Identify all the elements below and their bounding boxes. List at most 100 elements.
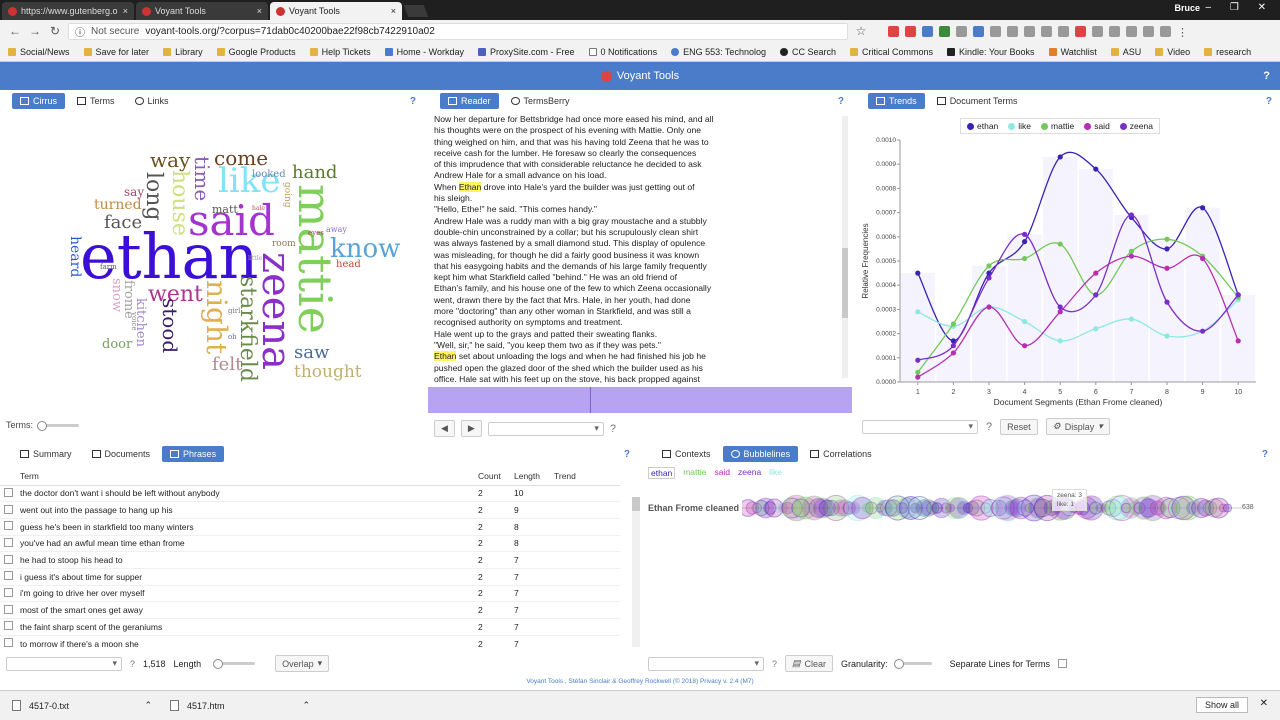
close-tab-icon[interactable]: × (257, 6, 262, 16)
clear-button[interactable]: ▤ Clear (785, 655, 834, 672)
column-header[interactable]: Trend (550, 467, 620, 486)
phrases-scrollbar[interactable] (632, 497, 640, 647)
prev-page-button[interactable]: ◀ (434, 420, 455, 437)
tab-reader[interactable]: Reader (440, 93, 499, 109)
info-icon[interactable]: ⓘ (75, 24, 85, 39)
extension-icon[interactable] (1160, 25, 1171, 37)
cloud-word[interactable]: farm (100, 264, 117, 271)
close-tab-icon[interactable]: × (391, 6, 396, 16)
cloud-word[interactable]: saw (294, 344, 329, 362)
cloud-word[interactable]: matt (212, 204, 238, 215)
extension-icon[interactable] (1092, 25, 1103, 37)
bookmark-item[interactable]: CC Search (779, 47, 836, 57)
bookmark-item[interactable]: Help Tickets (309, 47, 371, 57)
browser-tab-voyant-2[interactable]: Voyant Tools × (270, 2, 402, 20)
reader-document-bar[interactable] (428, 387, 852, 413)
help-icon[interactable]: ? (624, 449, 630, 460)
cloud-word[interactable]: hand (292, 164, 337, 182)
help-icon[interactable]: ? (1263, 70, 1270, 82)
extension-icon[interactable] (990, 25, 1001, 37)
new-tab-button[interactable] (403, 5, 429, 17)
bookmark-item[interactable]: Home - Workday (384, 47, 464, 57)
table-row[interactable]: most of the smart ones get away 2 7 (0, 601, 620, 619)
tab-contexts[interactable]: Contexts (654, 446, 719, 462)
bookmark-item[interactable]: ProxySite.com - Free (478, 47, 575, 57)
tab-summary[interactable]: Summary (12, 446, 80, 462)
extension-icon[interactable] (905, 25, 916, 37)
tab-termsberry[interactable]: TermsBerry (503, 93, 578, 109)
cloud-word[interactable]: stood (158, 298, 182, 353)
menu-dots-icon[interactable]: ⋮ (1177, 26, 1188, 39)
cloud-word[interactable]: come (214, 148, 268, 168)
extension-icon[interactable] (1109, 25, 1120, 37)
help-icon[interactable]: ? (772, 659, 777, 669)
table-row[interactable]: the faint sharp scent of the geraniums 2 7 (0, 618, 620, 636)
display-button[interactable]: ⚙ Display ▾ (1045, 418, 1110, 435)
term-chip[interactable]: ethan (648, 467, 676, 479)
bubble[interactable] (1223, 503, 1233, 513)
cloud-word[interactable]: voice (130, 312, 138, 330)
row-checkbox[interactable] (4, 621, 13, 631)
phrases-search-combo[interactable] (6, 656, 122, 671)
bookmark-item[interactable]: Critical Commons (849, 47, 933, 57)
length-slider[interactable] (213, 659, 256, 669)
extension-icon[interactable] (1058, 25, 1069, 37)
cloud-word[interactable]: going (282, 182, 292, 208)
column-header[interactable]: Length (510, 467, 550, 486)
term-chip[interactable]: mattie (683, 467, 706, 479)
cloud-word[interactable]: girl (228, 308, 240, 315)
cloud-word[interactable]: room (272, 240, 296, 249)
tab-document-terms[interactable]: Document Terms (929, 93, 1026, 109)
extension-icon[interactable] (1075, 25, 1086, 37)
column-header[interactable]: Term (16, 467, 474, 486)
term-chip[interactable]: zeena (738, 467, 761, 479)
table-row[interactable]: the doctor don't want i should be left w… (0, 485, 620, 503)
tab-trends[interactable]: Trends (868, 93, 925, 109)
download-item[interactable]: 4517-0.txt ⌃ (12, 700, 152, 711)
tab-terms[interactable]: Terms (69, 93, 123, 109)
table-row[interactable]: guess he's been in starkfield too many w… (0, 518, 620, 536)
bookmark-item[interactable]: Google Products (216, 47, 296, 57)
help-icon[interactable]: ? (838, 96, 844, 107)
cloud-word[interactable]: way (150, 150, 190, 170)
term-chip[interactable]: said (714, 467, 730, 479)
help-icon[interactable]: ? (1266, 96, 1272, 107)
separate-lines-checkbox[interactable] (1057, 659, 1067, 668)
term-chip[interactable]: like (769, 467, 782, 479)
bubblelines-chart[interactable] (742, 488, 1262, 528)
bookmark-item[interactable]: Save for later (83, 47, 149, 57)
cloud-word[interactable]: house (167, 170, 192, 236)
window-controls[interactable]: – ❐ ✕ (1206, 2, 1274, 13)
extension-icon[interactable] (973, 25, 984, 37)
row-checkbox[interactable] (4, 638, 13, 647)
help-icon[interactable]: ? (130, 659, 135, 669)
download-item[interactable]: 4517.htm ⌃ (170, 700, 310, 711)
next-page-button[interactable]: ▶ (460, 420, 482, 437)
tab-links[interactable]: Links (127, 93, 177, 109)
bookmark-item[interactable]: Social/News (8, 47, 70, 57)
row-checkbox[interactable] (4, 604, 13, 614)
forward-icon[interactable]: → (28, 24, 42, 38)
bookmark-item[interactable]: ASU (1110, 47, 1141, 57)
cloud-word[interactable]: night (200, 280, 233, 354)
bookmark-item[interactable]: Watchlist (1048, 47, 1097, 57)
extension-icon[interactable] (1007, 25, 1018, 37)
cloud-word[interactable]: oh (228, 334, 237, 341)
row-checkbox[interactable] (4, 571, 13, 581)
cloud-word[interactable]: thought (294, 364, 362, 381)
browser-tab-voyant-1[interactable]: Voyant Tools × (136, 2, 268, 20)
help-icon[interactable]: ? (610, 423, 616, 435)
cloud-word[interactable]: say (124, 186, 144, 198)
cloud-word[interactable]: face (104, 214, 142, 232)
reader-scrollbar[interactable] (842, 116, 848, 378)
row-checkbox[interactable] (4, 537, 13, 547)
highlighted-term[interactable]: Ethan (458, 181, 482, 192)
column-header[interactable]: Count (474, 467, 510, 486)
table-row[interactable]: he had to stoop his head to 2 7 (0, 551, 620, 569)
table-row[interactable]: to morrow if there's a moon she 2 7 (0, 635, 620, 647)
bookmark-item[interactable]: Library (163, 47, 203, 57)
bookmark-item[interactable]: ENG 553: Technolog (671, 47, 766, 57)
extension-icon[interactable] (1041, 25, 1052, 37)
cloud-word[interactable]: time (190, 156, 214, 201)
cloud-word[interactable]: head (336, 260, 361, 270)
